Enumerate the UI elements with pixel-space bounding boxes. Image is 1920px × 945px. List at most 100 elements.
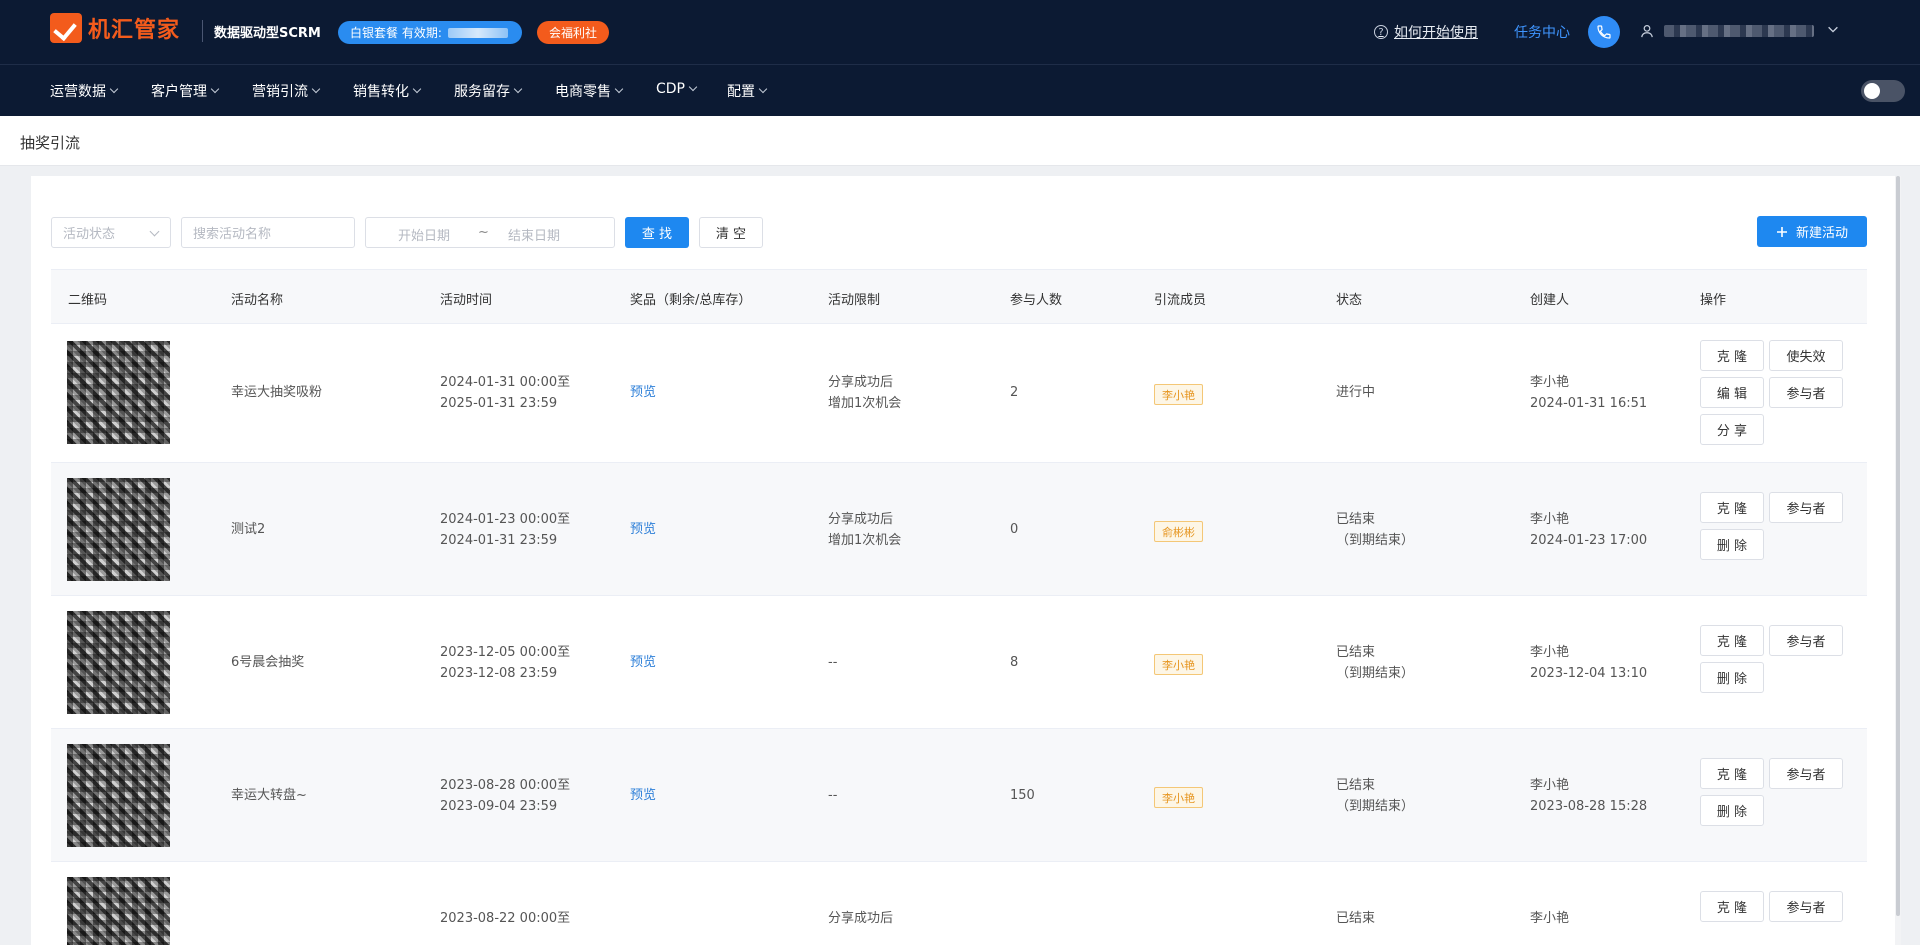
clone-button[interactable]: 克 隆 [1700,758,1764,789]
participants-button[interactable]: 参与者 [1769,625,1843,656]
qr-code-image[interactable] [67,744,170,847]
clone-button[interactable]: 克 隆 [1700,625,1764,656]
delete-button[interactable]: 删 除 [1700,529,1764,560]
activity-limit: -- [828,788,838,803]
search-button[interactable]: 查 找 [625,217,689,248]
share-button[interactable]: 分 享 [1700,414,1764,445]
welfare-badge[interactable]: 会福利社 [537,21,610,44]
participant-count: 2 [1010,385,1019,400]
activity-name: 测试2 [231,522,266,537]
edit-button[interactable]: 编 辑 [1700,377,1764,408]
nav-item-sales[interactable]: 销售转化 [353,81,422,101]
activity-limit-detail: 增加1次机会 [828,533,902,548]
status-text: 进行中 [1336,385,1376,400]
column-header: 二维码 [68,293,108,308]
status-select[interactable]: 活动状态 [51,217,171,248]
table-row: 幸运大抽奖吸粉 2024-01-31 00:00至 2025-01-31 23:… [51,324,1867,463]
help-link[interactable]: ? 如何开始使用 [1374,22,1478,42]
date-range-picker[interactable]: 开始日期 ~ 结束日期 [365,217,615,248]
participant-count: 150 [1010,788,1035,803]
created-time: 2024-01-31 16:51 [1530,396,1648,411]
nav-item-cdp[interactable]: CDP [656,81,698,97]
nav-item-config[interactable]: 配置 [727,81,768,101]
name-search-input[interactable]: 搜索活动名称 [181,217,355,248]
clone-button[interactable]: 克 隆 [1700,492,1764,523]
creator-name: 李小艳 [1530,778,1570,793]
prize-preview-link[interactable]: 预览 [630,785,656,806]
column-header: 操作 [1700,293,1727,308]
scrollbar-thumb[interactable] [1896,176,1900,916]
invalidate-button[interactable]: 使失效 [1769,340,1843,371]
table-row: 6号晨会抽奖 2023-12-05 00:00至 2023-12-08 23:5… [51,596,1867,729]
phone-button[interactable] [1588,16,1620,48]
task-center-link[interactable]: 任务中心 [1514,22,1570,42]
activity-time-start: 2023-08-22 00:00至 [440,911,571,926]
activity-limit-detail: 增加1次机会 [828,396,902,411]
user-icon[interactable] [1640,24,1654,38]
status-placeholder: 活动状态 [63,227,116,242]
participants-button[interactable]: 参与者 [1769,891,1843,922]
table-row: 测试2 2024-01-23 00:00至 2024-01-31 23:59 预… [51,463,1867,596]
nav-item-marketing[interactable]: 营销引流 [252,81,321,101]
participant-count: 8 [1010,655,1019,670]
created-time: 2023-12-04 13:10 [1530,666,1648,681]
delete-button[interactable]: 删 除 [1700,795,1764,826]
plan-badge[interactable]: 白银套餐 有效期: [338,21,522,44]
participants-button[interactable]: 参与者 [1769,377,1843,408]
table-row: 2023-08-22 00:00至 分享成功后 已结束 李小艳 克 隆 参与者 [51,862,1867,945]
nav-item-operations[interactable]: 运营数据 [50,81,119,101]
username-blurred[interactable] [1664,25,1814,37]
qr-code-image[interactable] [67,877,170,945]
top-header: 机汇管家 数据驱动型SCRM 白银套餐 有效期: 会福利社 ? 如何开始使用 任… [0,0,1920,64]
qr-code-image[interactable] [67,611,170,714]
activity-time-end: 2023-12-08 23:59 [440,666,558,681]
prize-preview-link[interactable]: 预览 [630,519,656,540]
column-header: 状态 [1336,293,1363,308]
theme-toggle[interactable] [1861,80,1905,102]
prize-preview-link[interactable]: 预览 [630,652,656,673]
range-separator: ~ [478,225,489,240]
qr-code-image[interactable] [67,478,170,581]
app-logo[interactable]: 机汇管家 [50,12,180,44]
nav-item-ecommerce[interactable]: 电商零售 [555,81,624,101]
chevron-down-icon[interactable] [1826,22,1840,36]
activity-time-end: 2024-01-31 23:59 [440,533,558,548]
table-row: 幸运大转盘~ 2023-08-28 00:00至 2023-09-04 23:5… [51,729,1867,862]
clear-button[interactable]: 清 空 [699,217,763,248]
plan-expiry-blurred [447,27,508,38]
nav-label: 客户管理 [151,84,207,100]
qr-code-image[interactable] [67,341,170,444]
new-activity-button[interactable]: 新建活动 [1757,216,1867,247]
clone-button[interactable]: 克 隆 [1700,340,1764,371]
member-tag: 李小艳 [1154,654,1203,675]
prize-preview-link[interactable]: 预览 [630,382,656,403]
participants-button[interactable]: 参与者 [1769,758,1843,789]
delete-button[interactable]: 删 除 [1700,662,1764,693]
nav-label: 电商零售 [555,84,611,100]
help-label: 如何开始使用 [1394,25,1478,41]
main-nav: 运营数据 客户管理 营销引流 销售转化 服务留存 电商零售 CDP 配置 [0,64,1920,116]
nav-item-customers[interactable]: 客户管理 [151,81,220,101]
member-tag: 俞彬彬 [1154,521,1203,542]
creator-name: 李小艳 [1530,911,1570,926]
table-header: 二维码 活动名称 活动时间 奖品（剩余/总库存） 活动限制 参与人数 引流成员 … [51,269,1867,324]
question-circle-icon: ? [1374,25,1388,39]
participants-button[interactable]: 参与者 [1769,492,1843,523]
activity-time-start: 2023-08-28 00:00至 [440,778,571,793]
activity-name: 6号晨会抽奖 [231,655,305,670]
clone-button[interactable]: 克 隆 [1700,891,1764,922]
chevron-down-icon [614,84,624,94]
activity-time-start: 2023-12-05 00:00至 [440,645,571,660]
plan-label: 白银套餐 有效期: [350,26,442,40]
logo-check-icon [50,13,82,43]
activity-limit: -- [828,655,838,670]
activity-name: 幸运大抽奖吸粉 [231,385,323,400]
column-header: 活动名称 [231,293,284,308]
nav-label: 运营数据 [50,84,106,100]
chevron-down-icon [311,84,321,94]
status-text: 已结束 [1336,512,1376,527]
nav-label: 营销引流 [252,84,308,100]
created-time: 2024-01-23 17:00 [1530,533,1648,548]
nav-item-service[interactable]: 服务留存 [454,81,523,101]
member-tag: 李小艳 [1154,787,1203,808]
